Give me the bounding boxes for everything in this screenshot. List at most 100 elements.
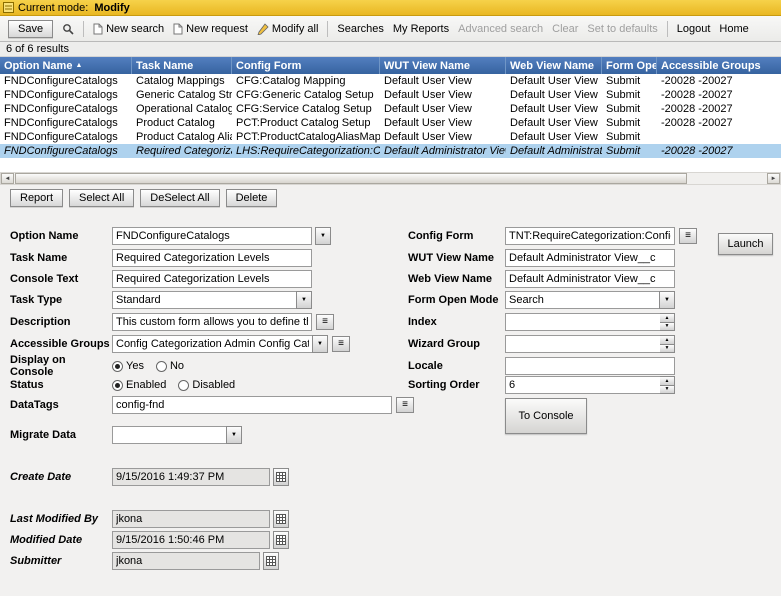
modified-date-label: Modified Date — [10, 534, 83, 546]
column-header-wut-view-name[interactable]: WUT View Name — [380, 57, 506, 74]
set-to-defaults-item: Set to defaults — [587, 22, 658, 35]
modified-date-picker-icon[interactable] — [273, 531, 289, 549]
column-header-task-name[interactable]: Task Name — [132, 57, 232, 74]
create-date-picker-icon[interactable] — [273, 468, 289, 486]
console-text-input[interactable] — [112, 270, 312, 288]
column-header-config-form[interactable]: Config Form — [232, 57, 380, 74]
last-modified-by-label: Last Modified By — [10, 513, 99, 525]
table-row[interactable]: FNDConfigureCatalogs Generic Catalog Str… — [0, 88, 781, 102]
scrollbar-thumb[interactable] — [15, 173, 687, 184]
display-on-console-yes-label: Yes — [126, 360, 144, 372]
scroll-left-icon[interactable]: ◄ — [1, 173, 14, 184]
wizard-group-label: Wizard Group — [408, 338, 481, 350]
searches-item[interactable]: Searches — [337, 23, 383, 35]
search-icon — [62, 23, 74, 35]
new-search-icon — [93, 23, 103, 35]
wizard-group-stepper[interactable]: ▲ ▼ — [505, 335, 675, 353]
logout-item[interactable]: Logout — [677, 23, 711, 35]
mode-bar: Current mode: Modify — [0, 0, 781, 16]
index-stepper[interactable]: ▲ ▼ — [505, 313, 675, 331]
sorting-order-input[interactable] — [505, 376, 660, 394]
wut-view-name-label: WUT View Name — [408, 252, 494, 264]
accessible-groups-expand-icon[interactable]: ≡ — [332, 336, 350, 352]
new-request-icon — [173, 23, 183, 35]
pencil-icon — [257, 22, 269, 35]
locale-label: Locale — [408, 360, 443, 372]
migrate-data-select[interactable]: ▼ — [112, 426, 242, 444]
form-open-mode-select[interactable]: Search ▼ — [505, 291, 675, 309]
toolbar-separator — [666, 20, 668, 37]
new-search-item[interactable]: New search — [93, 23, 164, 35]
sorting-order-spinner-icons[interactable]: ▲ ▼ — [660, 376, 675, 394]
horizontal-scrollbar[interactable]: ◄ ► — [0, 172, 781, 185]
last-modified-by-input — [112, 510, 270, 528]
modify-all-item[interactable]: Modify all — [257, 23, 318, 35]
config-form-expand-icon[interactable]: ≡ — [679, 228, 697, 244]
index-input[interactable] — [505, 313, 660, 331]
web-view-name-label: Web View Name — [408, 273, 492, 285]
table-row-selected[interactable]: FNDConfigureCatalogs Required Categoriza… — [0, 144, 781, 158]
search-button[interactable] — [62, 23, 74, 35]
config-form-input[interactable] — [505, 227, 675, 245]
table-row[interactable]: FNDConfigureCatalogs Operational Catalog… — [0, 102, 781, 116]
accessible-groups-label: Accessible Groups — [10, 338, 110, 350]
task-type-select[interactable]: Standard ▼ — [112, 291, 312, 309]
submitter-picker-icon[interactable] — [263, 552, 279, 570]
column-header-accessible-groups[interactable]: Accessible Groups — [657, 57, 781, 74]
migrate-data-label: Migrate Data — [10, 429, 77, 441]
status-enabled-radio[interactable] — [112, 379, 123, 391]
column-header-option-name[interactable]: Option Name ▲ — [0, 57, 132, 74]
form-open-mode-dropdown-icon[interactable]: ▼ — [659, 291, 675, 309]
action-button-row: Report Select All DeSelect All Delete — [10, 189, 278, 207]
web-view-name-input[interactable] — [505, 270, 675, 288]
task-type-dropdown-icon[interactable]: ▼ — [296, 291, 312, 309]
datatags-input[interactable] — [112, 396, 392, 414]
delete-button[interactable]: Delete — [225, 189, 278, 207]
mode-prefix: Current mode: — [18, 1, 89, 14]
scroll-right-icon[interactable]: ► — [767, 173, 780, 184]
accessible-groups-input[interactable] — [112, 335, 312, 353]
table-row[interactable]: FNDConfigureCatalogs Product Catalog PCT… — [0, 116, 781, 130]
task-name-input[interactable] — [112, 249, 312, 267]
to-console-button[interactable]: To Console — [505, 398, 587, 434]
datatags-expand-icon[interactable]: ≡ — [396, 397, 414, 413]
home-item[interactable]: Home — [719, 23, 748, 35]
form-open-mode-label: Form Open Mode — [408, 294, 499, 306]
select-all-button[interactable]: Select All — [69, 189, 135, 207]
wut-view-name-input[interactable] — [505, 249, 675, 267]
table-row[interactable]: FNDConfigureCatalogs Product Catalog Ali… — [0, 130, 781, 144]
last-modified-by-picker-icon[interactable] — [273, 510, 289, 528]
accessible-groups-select[interactable]: ▼ — [112, 335, 328, 353]
new-request-item[interactable]: New request — [173, 23, 248, 35]
my-reports-item[interactable]: My Reports — [393, 23, 449, 35]
launch-button[interactable]: Launch — [718, 233, 773, 255]
index-spinner-icons[interactable]: ▲ ▼ — [660, 313, 675, 331]
description-expand-icon[interactable]: ≡ — [316, 314, 334, 330]
column-header-form-open[interactable]: Form Ope... — [602, 57, 657, 74]
index-label: Index — [408, 316, 437, 328]
mode-value: Modify — [94, 1, 130, 14]
toolbar-separator — [327, 20, 329, 37]
locale-input[interactable] — [505, 357, 675, 375]
deselect-all-button[interactable]: DeSelect All — [140, 189, 220, 207]
description-input[interactable] — [112, 313, 312, 331]
display-on-console-yes-radio[interactable] — [112, 360, 123, 372]
status-disabled-radio[interactable] — [178, 379, 190, 391]
report-button[interactable]: Report — [10, 189, 64, 207]
advanced-search-item: Advanced search — [458, 22, 544, 35]
status-disabled-label: Disabled — [192, 379, 236, 391]
accessible-groups-dropdown-icon[interactable]: ▼ — [312, 335, 328, 353]
table-row[interactable]: FNDConfigureCatalogs Catalog Mappings CF… — [0, 74, 781, 88]
sorting-order-stepper[interactable]: ▲▼ — [505, 376, 675, 394]
wizard-group-input[interactable] — [505, 335, 660, 353]
option-name-dropdown-icon[interactable]: ▼ — [315, 227, 331, 245]
column-header-web-view-name[interactable]: Web View Name — [506, 57, 602, 74]
save-button[interactable]: Save — [8, 19, 54, 38]
option-name-input[interactable] — [112, 227, 312, 245]
sort-asc-icon: ▲ — [75, 62, 83, 69]
wizard-group-spinner-icons[interactable]: ▲ ▼ — [660, 335, 675, 353]
create-date-label: Create Date — [10, 471, 72, 483]
migrate-data-dropdown-icon[interactable]: ▼ — [226, 426, 242, 444]
display-on-console-no-radio[interactable] — [155, 360, 167, 372]
sorting-order-label: Sorting Order — [408, 379, 480, 391]
